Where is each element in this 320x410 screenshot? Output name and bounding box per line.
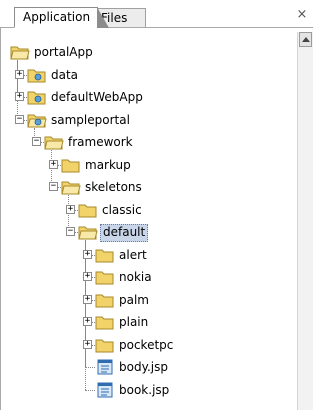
tree-item[interactable]: − sampleportal [0, 111, 297, 129]
tree-item[interactable]: − framework [0, 133, 297, 151]
folder-icon [95, 292, 115, 308]
tree-item-label: alert [119, 247, 147, 262]
expand-icon[interactable]: + [15, 92, 24, 101]
web-folder-open-icon [27, 112, 47, 128]
folder-icon [95, 247, 115, 263]
tree-item[interactable]: + markup [0, 156, 297, 174]
folder-icon [78, 202, 98, 218]
tree-item[interactable]: + alert [0, 246, 297, 264]
jsp-file-icon [95, 382, 115, 398]
tree-item[interactable]: book.jsp [0, 381, 297, 399]
web-folder-icon [27, 67, 47, 83]
tab-application[interactable]: Application [14, 7, 109, 28]
tab-strip: Application Files × [0, 0, 313, 28]
tree-item-label: body.jsp [119, 360, 168, 374]
tree-item-label: classic [102, 202, 142, 217]
tree-item[interactable]: + palm [0, 291, 297, 309]
open-folder-icon [78, 224, 98, 240]
folder-icon [61, 157, 81, 173]
scroll-up-button[interactable] [299, 32, 312, 47]
expand-icon[interactable]: + [83, 272, 92, 281]
tree-item-label: plain [119, 315, 149, 329]
expand-icon[interactable]: + [83, 249, 92, 259]
folder-icon [95, 337, 115, 353]
tree-item[interactable]: body.jsp [0, 358, 297, 376]
web-folder-icon [27, 89, 47, 105]
tree-item-label: pocketpc [119, 337, 174, 352]
open-folder-icon [61, 179, 81, 195]
tree-item[interactable]: + nokia [0, 268, 297, 286]
tree-item[interactable]: + classic [0, 201, 297, 219]
tree-item[interactable]: + defaultWebApp [0, 88, 297, 106]
tree-item[interactable]: − skeletons [0, 178, 297, 196]
tree-item-label: default [100, 224, 149, 242]
expand-icon[interactable]: + [15, 69, 24, 79]
tree-item-label: defaultWebApp [51, 90, 143, 104]
tree-item[interactable]: + pocketpc [0, 336, 297, 354]
collapse-icon[interactable]: − [32, 137, 41, 146]
folder-icon [95, 269, 115, 285]
tree-item-label: data [51, 67, 79, 82]
expand-icon[interactable]: + [49, 159, 58, 169]
tree-item-label: book.jsp [119, 382, 170, 397]
close-icon[interactable]: × [295, 8, 309, 22]
tree-item[interactable]: + plain [0, 313, 297, 331]
folder-icon [95, 314, 115, 330]
tree-item[interactable]: + data [0, 66, 297, 84]
tree-item-label: framework [68, 135, 133, 149]
expand-icon[interactable]: + [66, 204, 75, 214]
project-tree: portalApp + data + defaultWebApp − sampleporta… [0, 28, 297, 410]
tree-item[interactable]: − default [0, 223, 297, 242]
open-folder-icon [10, 44, 30, 60]
collapse-icon[interactable]: − [15, 114, 24, 124]
open-folder-icon [44, 134, 64, 150]
tree-item-label: portalApp [34, 45, 93, 59]
tab-application-label: Application [23, 10, 91, 24]
expand-icon[interactable]: + [83, 317, 92, 326]
jsp-file-icon [95, 359, 115, 375]
expand-icon[interactable]: + [83, 339, 92, 349]
tree-item-label: sampleportal [51, 112, 130, 127]
collapse-icon[interactable]: − [49, 182, 58, 191]
tree-item-label: nokia [119, 270, 152, 284]
vertical-scrollbar[interactable] [297, 32, 313, 410]
collapse-icon[interactable]: − [66, 227, 75, 236]
tree-item-label: skeletons [85, 180, 142, 194]
tree-item-label: palm [119, 292, 149, 307]
tree-item-label: markup [85, 157, 131, 172]
tree-panel: portalApp + data + defaultWebApp − sampleporta… [0, 28, 313, 410]
expand-icon[interactable]: + [83, 294, 92, 304]
tree-item[interactable]: portalApp [0, 43, 297, 61]
